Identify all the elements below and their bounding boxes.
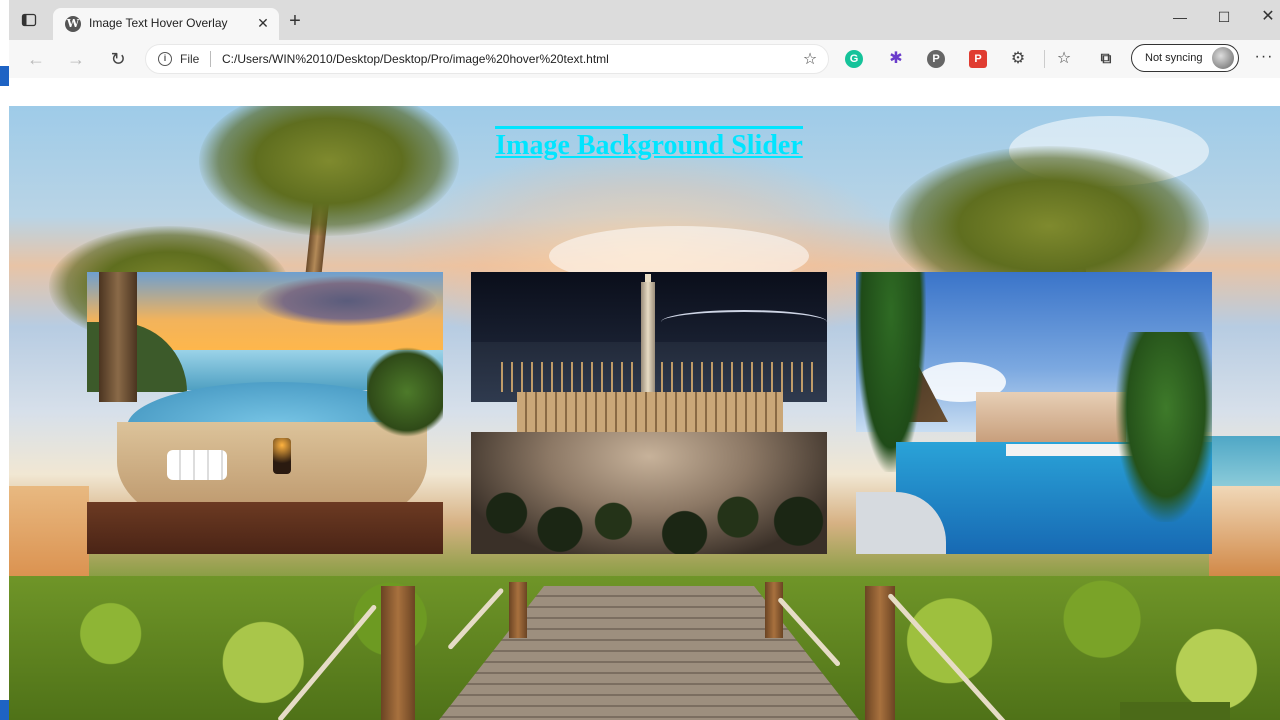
night-city-ferry-building-photo[interactable] [471, 272, 827, 554]
page-title: Image Background Slider [9, 126, 1280, 161]
page-title-text[interactable]: Image Background Slider [495, 126, 803, 161]
back-button[interactable]: ← [25, 48, 47, 70]
red-extension-icon[interactable]: P [969, 50, 987, 68]
file-scheme-label: File [180, 52, 200, 66]
minimize-button[interactable]: — [1157, 6, 1203, 28]
profile-button[interactable]: Not syncing [1131, 44, 1239, 72]
forward-button[interactable]: → [65, 48, 87, 70]
tab-title: Image Text Hover Overlay [89, 16, 228, 30]
browser-toolbar: ← → ↻ i File C:/Users/WIN%2010/Desktop/D… [9, 40, 1280, 78]
site-info-icon[interactable]: i [158, 52, 172, 66]
title-bar: W Image Text Hover Overlay ✕ + — ☐ ✕ [9, 0, 1280, 40]
address-bar[interactable]: i File C:/Users/WIN%2010/Desktop/Desktop… [145, 44, 829, 74]
close-window-button[interactable]: ✕ [1245, 6, 1280, 28]
desktop-icon-fragment [0, 66, 9, 86]
page-viewport: Image Background Slider [9, 78, 1280, 720]
address-separator [210, 51, 211, 67]
photo-lantern [273, 438, 291, 474]
url-text[interactable]: C:/Users/WIN%2010/Desktop/Desktop/Pro/im… [222, 52, 609, 66]
photo-clock-tower [641, 282, 655, 392]
photo-bridge [661, 310, 827, 334]
bridge-post [765, 582, 783, 638]
tropical-resort-pool-photo[interactable] [856, 272, 1212, 554]
browser-window: W Image Text Hover Overlay ✕ + — ☐ ✕ ← →… [9, 0, 1280, 720]
puzzle-extension-icon[interactable]: ✱ [887, 50, 905, 68]
favorites-icon[interactable]: ☆ [1055, 50, 1073, 68]
avatar [1212, 47, 1234, 69]
photo-palm-trees [471, 472, 827, 554]
bridge-post [509, 582, 527, 638]
bridge-post [865, 586, 895, 720]
photo-palm-trunk [99, 272, 137, 402]
more-options-button[interactable]: ··· [1253, 48, 1275, 70]
add-favorite-icon[interactable]: ☆ [800, 50, 820, 70]
photo-plants [367, 342, 443, 442]
toolbar-separator [1044, 50, 1045, 68]
photo-hotel [976, 392, 1126, 442]
photo-cloud [257, 276, 437, 326]
tab-active[interactable]: W Image Text Hover Overlay ✕ [53, 8, 279, 40]
close-tab-icon[interactable]: ✕ [255, 15, 271, 31]
photo-towels [167, 450, 227, 480]
reload-button[interactable]: ↻ [107, 48, 129, 70]
desktop-edge [0, 0, 9, 720]
maximize-button[interactable]: ☐ [1201, 6, 1247, 28]
taskbar-fragment [0, 700, 9, 720]
photo-city-lights [501, 362, 821, 392]
photo-palm-right [1116, 332, 1212, 522]
bridge-post [381, 586, 415, 720]
photo-deck [87, 502, 443, 554]
grammarly-icon[interactable]: G [845, 50, 863, 68]
tab-actions-button[interactable] [21, 12, 41, 28]
wordpress-icon: W [65, 16, 81, 32]
new-tab-button[interactable]: + [285, 11, 305, 32]
image-gallery [9, 272, 1280, 554]
photo-ferry-building [517, 392, 783, 436]
pinterest-icon[interactable]: P [927, 50, 945, 68]
infinity-pool-sunset-photo[interactable] [87, 272, 443, 554]
profile-sync-label: Not syncing [1145, 52, 1203, 64]
tab-actions-icon [21, 13, 37, 27]
extensions-icon[interactable]: ⚙ [1009, 50, 1027, 68]
collections-icon[interactable]: ⧉ [1097, 50, 1115, 68]
taskbar-fragment [1120, 702, 1230, 720]
